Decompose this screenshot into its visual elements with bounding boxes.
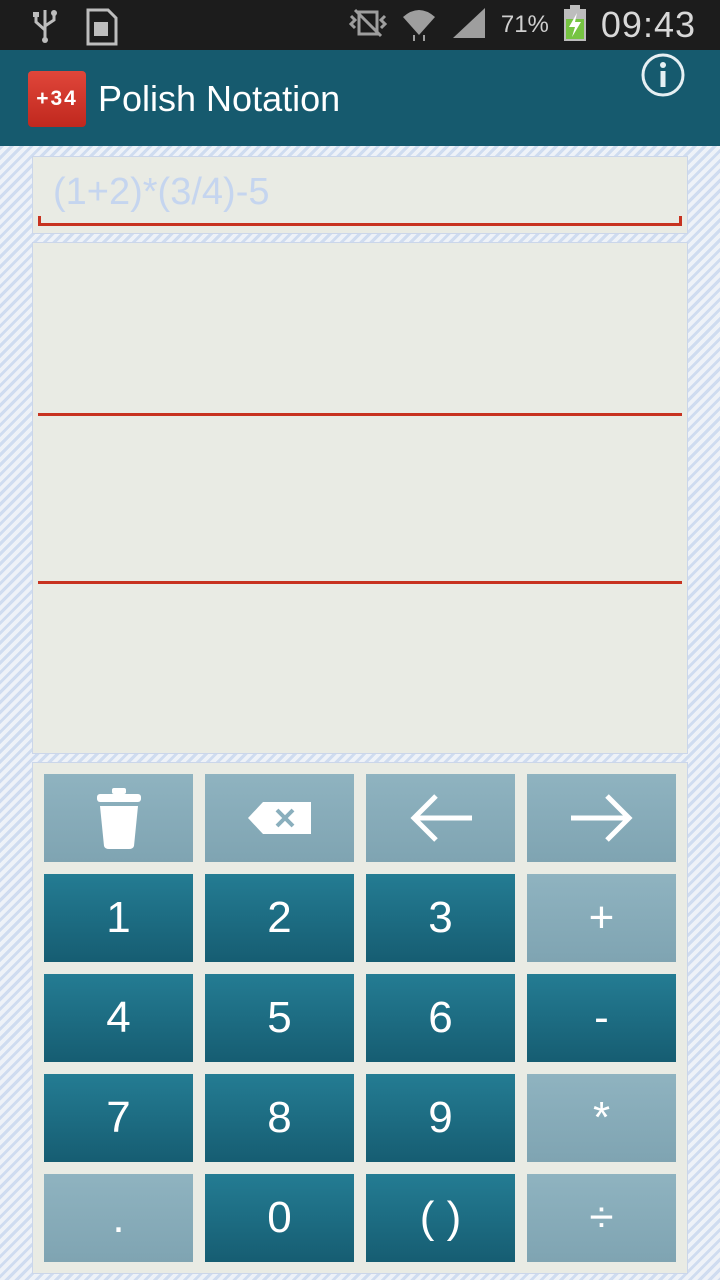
- status-bar: 71% 09:43: [0, 0, 720, 50]
- key-divide[interactable]: ÷: [527, 1174, 676, 1262]
- clock: 09:43: [600, 4, 696, 45]
- cursor-left-button[interactable]: [366, 774, 515, 862]
- key-8[interactable]: 8: [205, 1074, 354, 1162]
- usb-icon: [30, 8, 60, 51]
- key-5[interactable]: 5: [205, 974, 354, 1062]
- arrow-right-icon: [570, 794, 633, 842]
- wifi-icon: [401, 5, 437, 46]
- key-minus[interactable]: -: [527, 974, 676, 1062]
- expression-panel[interactable]: (1+2)*(3/4)-5: [32, 156, 688, 234]
- expression-input[interactable]: (1+2)*(3/4)-5: [53, 171, 269, 214]
- key-plus[interactable]: +: [527, 874, 676, 962]
- key-6[interactable]: 6: [366, 974, 515, 1062]
- vibrate-off-icon: [348, 8, 387, 43]
- backspace-button[interactable]: [205, 774, 354, 862]
- key-parentheses[interactable]: ( ): [366, 1174, 515, 1262]
- key-0[interactable]: 0: [205, 1174, 354, 1262]
- key-7[interactable]: 7: [44, 1074, 193, 1162]
- key-9[interactable]: 9: [366, 1074, 515, 1162]
- key-3[interactable]: 3: [366, 874, 515, 962]
- clear-button[interactable]: [44, 774, 193, 862]
- sim-card-icon: [84, 8, 118, 51]
- key-2[interactable]: 2: [205, 874, 354, 962]
- backspace-icon: [247, 802, 311, 834]
- key-4[interactable]: 4: [44, 974, 193, 1062]
- battery-charging-icon: [563, 4, 587, 46]
- content-area: (1+2)*(3/4)-5 1 2 3 + 4 5 6 - 7 8 9 * . …: [0, 146, 720, 1280]
- cursor-right-button[interactable]: [527, 774, 676, 862]
- input-underline: [38, 216, 682, 226]
- keypad: 1 2 3 + 4 5 6 - 7 8 9 * . 0 ( ) ÷: [32, 762, 688, 1274]
- signal-icon: [451, 6, 487, 45]
- app-title: Polish Notation: [98, 78, 341, 119]
- battery-percent: 71%: [500, 11, 549, 38]
- key-decimal[interactable]: .: [44, 1174, 193, 1262]
- key-1[interactable]: 1: [44, 874, 193, 962]
- info-icon: [641, 53, 685, 97]
- arrow-left-icon: [409, 794, 472, 842]
- app-icon: +34: [28, 71, 86, 127]
- info-button[interactable]: [640, 52, 686, 98]
- trash-icon: [96, 788, 141, 849]
- result-panel: [32, 242, 688, 754]
- action-bar: +34 Polish Notation: [0, 50, 720, 146]
- key-multiply[interactable]: *: [527, 1074, 676, 1162]
- result-divider-1: [38, 413, 682, 416]
- result-divider-2: [38, 581, 682, 584]
